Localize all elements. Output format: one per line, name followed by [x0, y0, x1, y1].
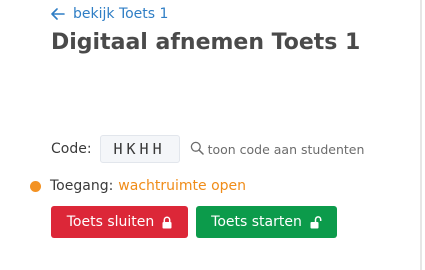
search-icon	[190, 141, 204, 158]
lock-closed-icon	[162, 216, 172, 229]
close-test-label: Toets sluiten	[66, 214, 155, 230]
access-status: wachtruimte open	[118, 178, 247, 194]
access-row: Toegang: wachtruimte open	[30, 177, 246, 195]
panel-border	[420, 0, 422, 270]
show-code-button[interactable]: toon code aan studenten	[190, 141, 365, 158]
page-title: Digitaal afnemen Toets 1	[51, 30, 361, 55]
code-value: HKHH	[99, 135, 180, 163]
access-label: Toegang:	[50, 178, 114, 194]
lock-open-icon	[310, 215, 322, 229]
back-link[interactable]: bekijk Toets 1	[51, 5, 168, 23]
code-label: Code:	[51, 141, 92, 157]
show-code-label: toon code aan studenten	[207, 141, 365, 157]
close-test-button[interactable]: Toets sluiten	[51, 206, 188, 238]
status-dot	[30, 180, 41, 192]
code-row: Code: HKHH toon code aan studenten	[51, 135, 364, 163]
back-link-label: bekijk Toets 1	[73, 6, 169, 22]
arrow-left-icon	[51, 8, 65, 20]
start-test-label: Toets starten	[211, 214, 302, 230]
start-test-button[interactable]: Toets starten	[196, 206, 337, 238]
